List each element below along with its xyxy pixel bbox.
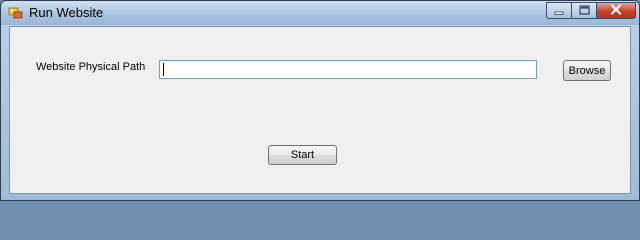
browse-button[interactable]: Browse — [563, 60, 611, 81]
minimize-icon — [554, 2, 564, 20]
minimize-button[interactable] — [546, 2, 572, 19]
form-client-area: Website Physical Path Browse Start — [9, 26, 631, 194]
close-icon — [610, 2, 622, 20]
maximize-button[interactable] — [572, 2, 597, 19]
maximize-icon — [578, 2, 590, 20]
run-website-window: Run Website Website Physical Path Browse… — [0, 0, 640, 201]
start-button[interactable]: Start — [268, 145, 337, 165]
website-path-input[interactable] — [159, 60, 537, 79]
title-bar[interactable]: Run Website — [1, 1, 639, 25]
text-caret — [163, 63, 164, 76]
close-button[interactable] — [597, 2, 636, 19]
window-title: Run Website — [29, 5, 104, 20]
website-path-label: Website Physical Path — [36, 61, 146, 73]
application-icon — [8, 6, 24, 20]
